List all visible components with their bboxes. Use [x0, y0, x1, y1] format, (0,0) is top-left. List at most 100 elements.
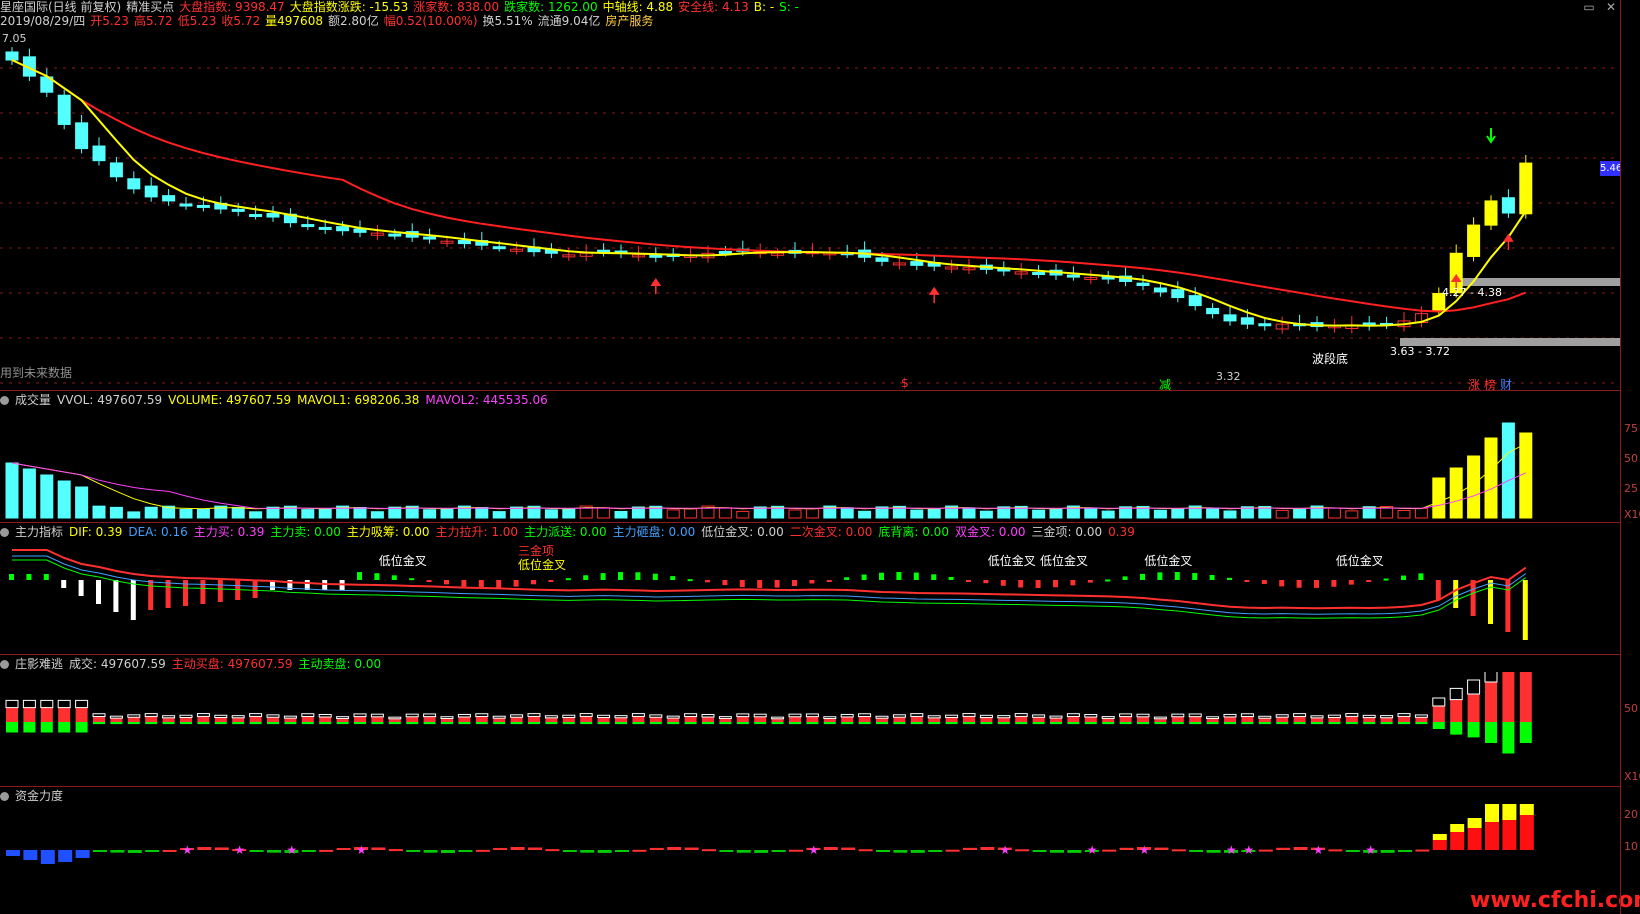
pane-menu-icon[interactable] — [0, 396, 9, 405]
sell-volume-bar — [562, 722, 575, 725]
collapse-icon[interactable]: ▭ — [1582, 0, 1596, 14]
buy-volume-bar — [1032, 717, 1045, 722]
sell-volume-bar — [528, 722, 540, 725]
main-force-chart[interactable]: 低位金叉三金项低位金叉 低位金叉 低位金叉 低位金叉 低位金叉 — [0, 540, 1620, 654]
fund-small-bar — [1171, 849, 1186, 852]
star-icon: ★ — [1000, 843, 1011, 857]
header-field: 房产服务 — [605, 14, 654, 28]
buy-volume-bar — [754, 716, 767, 722]
buy-volume-bar — [249, 716, 262, 722]
sell-volume-bar — [1241, 722, 1254, 725]
buy-volume-bar — [458, 716, 471, 722]
high-price-label: 7.05 — [2, 32, 27, 45]
volume-bar — [75, 486, 89, 519]
total-volume-bar — [440, 716, 454, 719]
main-force-bar — [966, 580, 971, 582]
total-volume-bar — [75, 699, 89, 709]
header-field: 大盘指数涨跌: -15.53 — [289, 0, 409, 14]
fund-strength-chart[interactable]: ★ ★ ★ ★ ★ ★ ★ ★ ★ ★ ★ ★ — [0, 804, 1620, 914]
fund-small-bar — [684, 847, 699, 850]
sell-volume-bar — [40, 722, 53, 733]
volume-chart[interactable] — [0, 408, 1620, 522]
fund-small-bar — [388, 849, 403, 852]
volume-bar — [788, 509, 802, 519]
buy-volume-bar — [1328, 717, 1341, 722]
candle-body — [1066, 274, 1080, 278]
buy-volume-bar — [1415, 717, 1428, 722]
sell-volume-bar — [1519, 722, 1532, 743]
pane-menu-icon[interactable] — [0, 528, 9, 537]
total-volume-bar — [353, 713, 367, 718]
buy-volume-bar — [615, 717, 627, 722]
indicator-value: 底背离: 0.00 — [878, 525, 949, 539]
fund-small-bar — [1415, 849, 1430, 852]
buy-volume-bar — [1276, 717, 1289, 722]
total-volume-bar — [40, 699, 54, 709]
candle-body — [336, 226, 350, 232]
buy-volume-bar — [1241, 716, 1254, 722]
sell-volume-bar — [441, 722, 453, 725]
total-volume-bar — [1206, 716, 1220, 720]
volume-bar — [1397, 509, 1411, 519]
total-volume-bar — [109, 715, 123, 719]
buy-volume-bar — [145, 716, 158, 722]
main-force-bar — [565, 578, 571, 581]
total-volume-bar — [1397, 713, 1411, 717]
candle-body — [266, 212, 280, 218]
pane-menu-icon[interactable] — [0, 660, 9, 669]
total-volume-bar — [196, 713, 210, 717]
volume-tick: 25 — [1624, 482, 1638, 495]
buy-volume-bar — [841, 716, 854, 722]
buy-volume-bar — [406, 716, 419, 722]
fund-small-bar — [1015, 849, 1030, 852]
buy-volume-bar — [1450, 699, 1463, 722]
price-axis-line — [1620, 0, 1621, 914]
fund-pane-title: 资金力度 — [0, 788, 69, 804]
indicator-value: 主力派送: 0.00 — [524, 525, 607, 539]
main-force-bar — [1122, 576, 1128, 580]
price-chart[interactable] — [0, 28, 1620, 390]
fund-small-bar — [893, 850, 908, 853]
total-volume-bar — [1153, 716, 1167, 720]
candle-body — [162, 195, 176, 202]
total-volume-bar — [1066, 713, 1080, 717]
main-force-bar — [600, 573, 606, 580]
sell-volume-bar — [963, 722, 975, 725]
header-field: 星座国际(日线 前复权) — [0, 0, 122, 14]
mavol1-line — [11, 443, 1527, 510]
header-field: 中轴线: 4.88 — [602, 0, 674, 14]
fund-blue-bar — [23, 850, 38, 860]
main-force-bar — [1070, 580, 1076, 586]
candle-body — [92, 145, 106, 162]
main-force-bar — [409, 578, 415, 581]
buy-volume-bar — [719, 718, 732, 722]
volume-bar — [249, 511, 263, 519]
total-volume-bar — [788, 713, 802, 718]
total-volume-bar — [979, 714, 993, 719]
fund-blue-bar — [40, 850, 55, 864]
close-icon[interactable]: ✕ — [1604, 0, 1618, 14]
buy-volume-bar — [301, 716, 314, 722]
buy-volume-bar — [876, 718, 888, 722]
volume-bar — [805, 508, 819, 519]
main-force-bar — [1435, 580, 1441, 600]
buy-volume-bar — [928, 717, 941, 722]
main-force-bar — [1505, 580, 1511, 632]
sell-volume-bar — [1119, 722, 1132, 725]
buy-volume-bar — [1050, 718, 1062, 722]
candle-body — [875, 257, 889, 262]
total-volume-bar — [336, 716, 350, 719]
pane-menu-icon[interactable] — [0, 792, 9, 801]
total-volume-bar — [1049, 715, 1063, 719]
dealer-chart[interactable] — [0, 672, 1620, 786]
indicator-value: 双金叉: 0.00 — [954, 525, 1026, 539]
buy-volume-bar — [214, 717, 227, 722]
buy-volume-bar — [336, 718, 349, 722]
main-force-bar — [130, 580, 136, 620]
total-volume-bar — [1188, 713, 1202, 718]
main-force-pane-title: 主力指标 DIF: 0.39 DEA: 0.16 主力买: 0.39 主力卖: 0.00… — [0, 524, 1141, 540]
candle-body — [75, 122, 89, 150]
total-volume-bar — [1240, 713, 1254, 718]
buy-volume-bar — [441, 718, 453, 722]
total-volume-bar — [805, 713, 819, 718]
